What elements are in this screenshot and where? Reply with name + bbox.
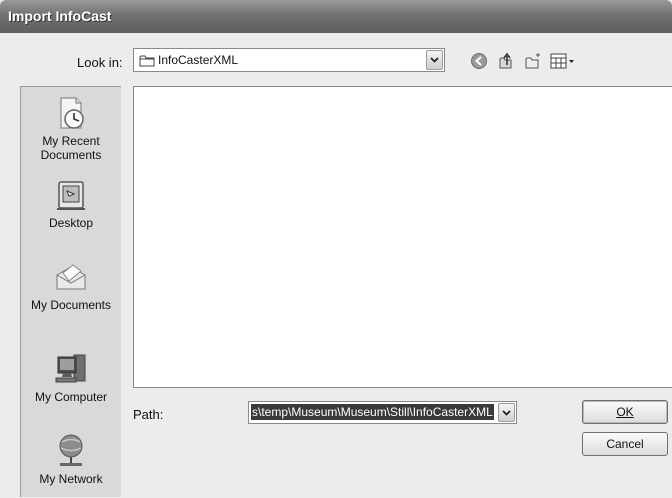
- place-label: Desktop: [48, 216, 94, 230]
- chevron-down-icon: [430, 57, 439, 63]
- place-label: My Network: [39, 472, 103, 486]
- my-documents-icon: [56, 264, 86, 290]
- path-dropdown-button[interactable]: [498, 403, 515, 422]
- chevron-down-icon: [502, 410, 511, 416]
- look-in-value: InfoCasterXML: [158, 53, 239, 67]
- places-bar: My Recent Documents Desktop My Documents: [20, 86, 121, 497]
- cancel-button-label: Cancel: [606, 437, 644, 451]
- place-label: My Computer: [34, 390, 108, 404]
- recent-documents-icon: [60, 97, 84, 129]
- desktop-icon: [57, 181, 85, 210]
- folder-icon: [139, 54, 155, 70]
- look-in-dropdown[interactable]: InfoCasterXML: [133, 48, 445, 72]
- look-in-dropdown-button[interactable]: [426, 50, 443, 70]
- place-desktop[interactable]: Desktop: [21, 179, 121, 230]
- my-computer-icon: [55, 354, 86, 383]
- path-input-text[interactable]: s\temp\Museum\Museum\Still\InfoCasterXML: [251, 404, 499, 420]
- view-menu-icon[interactable]: [550, 52, 578, 70]
- place-label: My Recent Documents: [40, 134, 102, 162]
- my-network-icon: [59, 434, 83, 466]
- import-infocast-dialog: Import InfoCast Look in: InfoCasterXML M…: [0, 0, 672, 498]
- path-label: Path:: [133, 407, 164, 422]
- look-in-label: Look in:: [77, 55, 123, 70]
- path-combobox[interactable]: s\temp\Museum\Museum\Still\InfoCasterXML: [248, 401, 517, 424]
- place-label: My Documents: [30, 298, 112, 312]
- place-my-computer[interactable]: My Computer: [21, 349, 121, 404]
- file-list[interactable]: [133, 86, 672, 388]
- place-my-network[interactable]: My Network: [21, 431, 121, 486]
- cancel-button[interactable]: Cancel: [582, 432, 668, 456]
- back-icon[interactable]: [470, 52, 488, 70]
- path-value: s\temp\Museum\Museum\Still\InfoCasterXML: [251, 404, 494, 420]
- title-bar[interactable]: Import InfoCast: [0, 0, 672, 33]
- place-my-documents[interactable]: My Documents: [21, 259, 121, 312]
- ok-button-label: OK: [616, 405, 634, 419]
- ok-button[interactable]: OK: [582, 400, 668, 424]
- window-title: Import InfoCast: [8, 8, 112, 24]
- new-folder-icon[interactable]: [524, 52, 542, 70]
- up-folder-icon[interactable]: [497, 52, 515, 70]
- place-recent-documents[interactable]: My Recent Documents: [21, 95, 121, 162]
